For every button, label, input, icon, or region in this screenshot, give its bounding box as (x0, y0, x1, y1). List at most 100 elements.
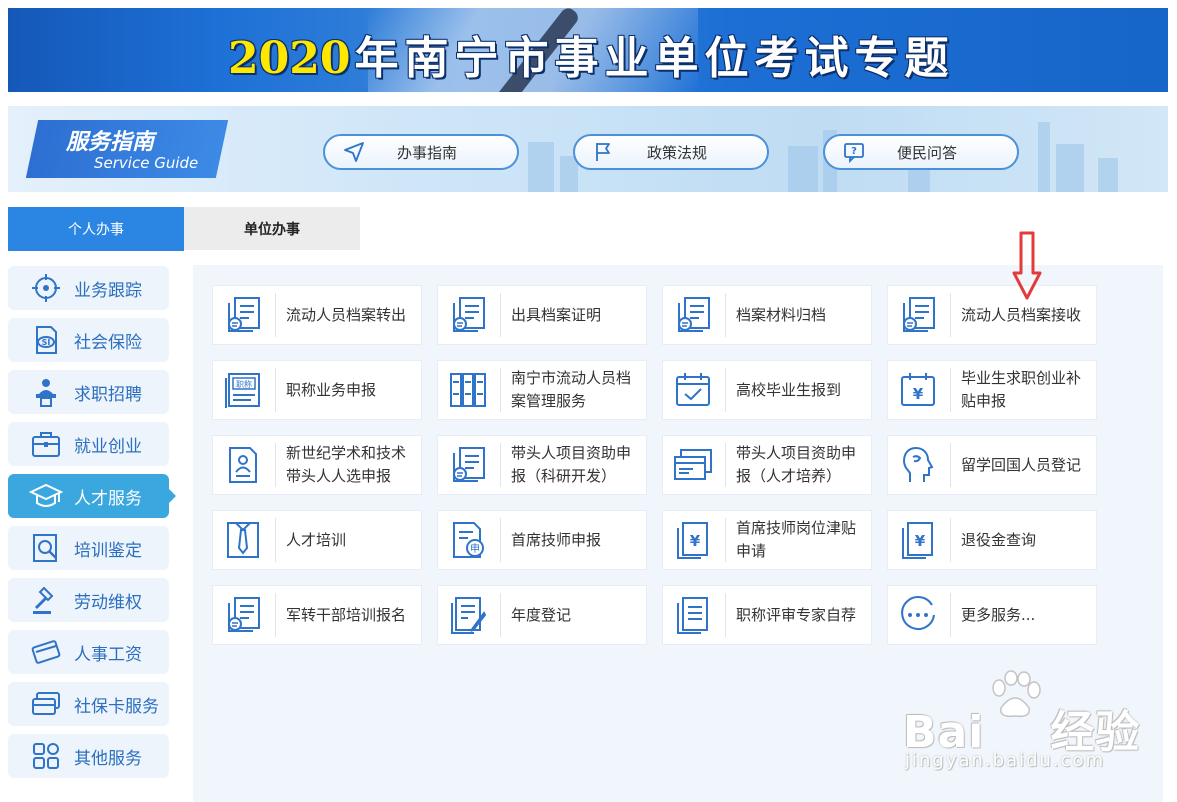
service-card[interactable]: 职称 职称业务申报 (212, 360, 422, 420)
banner-title-text: 年南宁市事业单位考试专题 (354, 33, 955, 84)
service-card[interactable]: 带头人项目资助申报（人才培养） (662, 435, 872, 495)
id-badge-icon (221, 443, 265, 487)
sidebar-item-label: 其他服务 (74, 748, 142, 769)
service-card-label: 人才培训 (286, 530, 347, 549)
service-card-label: 档案材料归档 (736, 305, 827, 324)
necktie-icon (221, 518, 265, 562)
sidebar-item-training[interactable]: 培训鉴定 (8, 526, 169, 570)
service-card[interactable]: 人才培训 (212, 510, 422, 570)
service-card[interactable]: 首席技师岗位津贴申请 (662, 510, 872, 570)
service-card[interactable]: 流动人员档案接收 (887, 285, 1097, 345)
service-card-label: 职称评审专家自荐 (736, 605, 857, 624)
yen-document-icon (671, 518, 715, 562)
banner-year: 2020 (228, 33, 351, 84)
sidebar-item-tracking[interactable]: 业务跟踪 (8, 266, 169, 310)
svg-text:职称: 职称 (236, 379, 252, 389)
sidebar-item-salary[interactable]: 人事工资 (8, 630, 169, 674)
presenter-icon (28, 374, 64, 410)
baidu-watermark: Bai 经验 jingyan.baidu.com (895, 670, 1155, 790)
sidebar-item-label: 业务跟踪 (74, 280, 142, 301)
grid-icon (28, 738, 64, 774)
service-card[interactable]: 流动人员档案转出 (212, 285, 422, 345)
yen-document-icon (896, 518, 940, 562)
social-insurance-icon: SI (28, 322, 64, 358)
service-card-label: 出具档案证明 (511, 305, 602, 324)
sidebar-item-label: 就业创业 (74, 436, 142, 457)
annotation-arrow-down-icon (1012, 231, 1042, 305)
service-card-label: 退役金查询 (961, 530, 1037, 549)
apply-document-icon: 申 (446, 518, 490, 562)
graduation-cap-icon (28, 478, 64, 514)
document-search-icon (446, 443, 490, 487)
service-card-label: 流动人员档案转出 (286, 305, 407, 324)
guide-button-label: 办事指南 (397, 143, 458, 162)
flag-icon (589, 137, 619, 167)
service-card[interactable]: 南宁市流动人员档案管理服务 (437, 360, 647, 420)
guide-button-qa[interactable]: ? 便民问答 (823, 134, 1019, 170)
head-profile-icon (896, 443, 940, 487)
service-card[interactable]: 职称评审专家自荐 (662, 585, 872, 645)
service-card[interactable]: 高校毕业生报到 (662, 360, 872, 420)
navigation-arrow-icon (339, 137, 369, 167)
gavel-icon (28, 582, 64, 618)
sidebar-item-labor-rights[interactable]: 劳动维权 (8, 578, 169, 622)
service-card-label: 带头人项目资助申报（人才培养） (736, 444, 857, 485)
service-guide-bar: 服务指南 Service Guide 办事指南 政策法规 ? 便民问答 (8, 106, 1168, 192)
service-card[interactable]: 申 首席技师申报 (437, 510, 647, 570)
service-card-label: 首席技师申报 (511, 530, 602, 549)
service-card[interactable]: 带头人项目资助申报（科研开发） (437, 435, 647, 495)
sidebar-item-talent[interactable]: 人才服务 (8, 474, 176, 518)
service-card-label: 南宁市流动人员档案管理服务 (511, 369, 632, 410)
service-card[interactable]: 军转干部培训报名 (212, 585, 422, 645)
list-document-icon (671, 593, 715, 637)
service-card[interactable]: 档案材料归档 (662, 285, 872, 345)
service-card-label: 新世纪学术和技术带头人人选申报 (286, 444, 407, 485)
service-card-label: 年度登记 (511, 605, 572, 624)
binders-icon (446, 368, 490, 412)
document-search-icon (896, 293, 940, 337)
service-card-label: 流动人员档案接收 (961, 305, 1082, 324)
service-card[interactable]: 留学回国人员登记 (887, 435, 1097, 495)
sidebar-item-label: 社保卡服务 (74, 696, 159, 717)
tab-organization[interactable]: 单位办事 (184, 207, 360, 250)
svg-text:SI: SI (42, 338, 51, 347)
edit-document-icon (446, 593, 490, 637)
sidebar-item-label: 社会保险 (74, 332, 142, 353)
service-card-label: 带头人项目资助申报（科研开发） (511, 444, 632, 485)
tab-underline (8, 249, 184, 251)
sidebar-item-employment[interactable]: 就业创业 (8, 422, 169, 466)
service-card[interactable]: 年度登记 (437, 585, 647, 645)
guide-button-label: 政策法规 (647, 143, 708, 162)
service-card-label: 更多服务... (961, 605, 1036, 624)
service-card[interactable]: 新世纪学术和技术带头人人选申报 (212, 435, 422, 495)
sidebar-item-label: 人事工资 (74, 644, 142, 665)
service-card[interactable]: 更多服务... (887, 585, 1097, 645)
calendar-check-icon (671, 368, 715, 412)
tab-personal[interactable]: 个人办事 (8, 207, 184, 250)
service-card[interactable]: ¥ 毕业生求职创业补贴申报 (887, 360, 1097, 420)
service-card[interactable]: 退役金查询 (887, 510, 1097, 570)
document-search-icon (446, 293, 490, 337)
service-card-label: 毕业生求职创业补贴申报 (961, 369, 1082, 410)
guide-button-label: 便民问答 (897, 143, 958, 162)
sidebar-item-label: 求职招聘 (74, 384, 142, 405)
top-banner: 2020年南宁市事业单位考试专题 (8, 8, 1168, 92)
search-document-icon (28, 530, 64, 566)
sidebar-item-social-card[interactable]: 社保卡服务 (8, 682, 169, 726)
sidebar-item-social-insurance[interactable]: SI 社会保险 (8, 318, 169, 362)
sidebar-item-label: 培训鉴定 (74, 540, 142, 561)
document-search-icon (221, 293, 265, 337)
guide-button-policy[interactable]: 政策法规 (573, 134, 769, 170)
browser-windows-icon (671, 443, 715, 487)
document-search-icon (221, 593, 265, 637)
svg-text:¥: ¥ (913, 385, 924, 403)
guide-button-office[interactable]: 办事指南 (323, 134, 519, 170)
banner-title: 2020年南宁市事业单位考试专题 (228, 22, 954, 86)
sidebar-item-other[interactable]: 其他服务 (8, 734, 169, 778)
service-card-label: 职称业务申报 (286, 380, 377, 399)
watermark-url: jingyan.baidu.com (905, 750, 1106, 771)
card-stack-icon (28, 686, 64, 722)
sidebar-item-label: 人才服务 (74, 488, 142, 509)
service-card[interactable]: 出具档案证明 (437, 285, 647, 345)
sidebar-item-recruitment[interactable]: 求职招聘 (8, 370, 169, 414)
